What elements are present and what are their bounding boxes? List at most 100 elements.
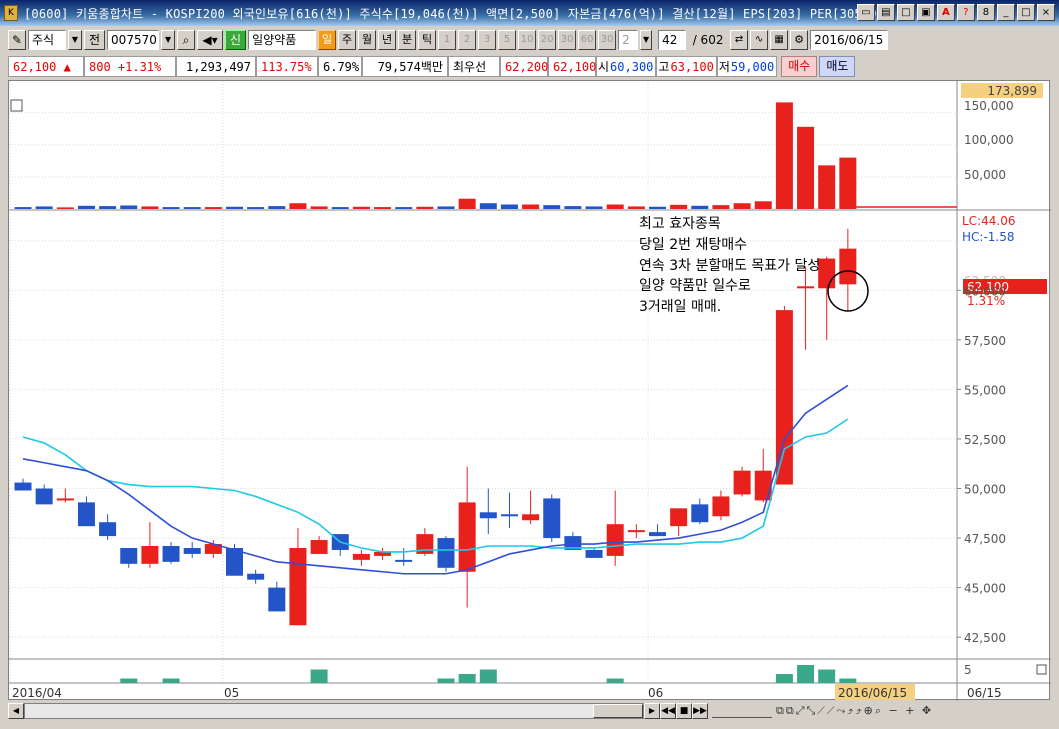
settings-gear-icon[interactable]: ⚙ — [790, 30, 809, 50]
volume-bar — [733, 203, 751, 209]
chart-grid — [9, 81, 1051, 701]
volume-bar — [775, 102, 793, 209]
layout-icon[interactable]: ▤ — [877, 4, 895, 21]
volume-bar — [247, 207, 265, 209]
candle-body — [839, 248, 857, 285]
drawing-tools-icon[interactable]: ⧉⧉⤢⤡⟋⟋⤳⤴⤴⊕⌕ − + ✥ — [776, 704, 1050, 718]
maximize-button[interactable]: □ — [1017, 4, 1035, 21]
market-type-select[interactable]: 주식 — [28, 30, 66, 50]
volume-bar — [564, 206, 582, 209]
alert-icon[interactable]: A — [937, 4, 955, 21]
date-input[interactable]: 2016/06/15 — [810, 30, 889, 50]
indicator-panel-icon[interactable] — [1036, 664, 1047, 675]
sell-button[interactable]: 매도 — [819, 56, 856, 77]
indicator-axis-label: 5 — [964, 663, 972, 677]
tab-week[interactable]: 주 — [338, 30, 357, 50]
tab-tick[interactable]: 틱 — [418, 30, 437, 50]
stock-lookup-icon[interactable]: ✎ — [8, 30, 26, 50]
market-type-dropdown-icon[interactable]: ▼ — [68, 30, 82, 50]
candle-body — [352, 553, 370, 560]
candle-body — [99, 522, 117, 537]
candle-body — [183, 547, 201, 554]
candle-body — [268, 587, 286, 612]
volume-bars — [14, 102, 957, 209]
code-dropdown-icon[interactable]: ▼ — [161, 30, 176, 50]
stop-icon[interactable]: ■ — [676, 703, 692, 719]
grid-icon[interactable]: ▦ — [770, 30, 789, 50]
volume-bar — [691, 205, 709, 209]
window-title: [0600] 키움종합차트 - KOSPI200 외국인보유[616(천)] 주… — [24, 6, 885, 21]
candle-body — [310, 540, 328, 554]
indicator-bar — [606, 678, 624, 683]
price-axis-labels: 60,000 57,500 55,000 52,500 50,000 47,500 45,0… — [964, 284, 1006, 645]
speaker-icon[interactable]: ◀▾ — [197, 30, 224, 50]
chart-area[interactable]: 최고 효자종목 당일 2번 재탕매수 연속 3차 분할매도 목표가 달성 일양 … — [8, 80, 1051, 701]
minute-20[interactable]: 20 — [538, 30, 557, 50]
volume-bar — [99, 206, 117, 209]
second-30[interactable]: 30 — [598, 30, 617, 50]
volume-bar — [797, 126, 815, 209]
toolbar: ✎ 주식 ▼ 전 007570 ▼ ⌕ ◀▾ 신 일양약품 일 주 월 년 분 … — [8, 29, 889, 51]
minute-5[interactable]: 5 — [498, 30, 517, 50]
print-icon[interactable]: ▣ — [917, 4, 935, 21]
buy-button[interactable]: 매수 — [781, 56, 818, 77]
link-icon[interactable]: ▭ — [857, 4, 875, 21]
tab-minute[interactable]: 분 — [398, 30, 417, 50]
candle-body — [733, 470, 751, 495]
volume-current-value: 173,899 — [987, 84, 1037, 98]
stock-code-input[interactable]: 007570 — [107, 30, 160, 50]
date-label-april: 2016/04 — [12, 686, 62, 700]
title-bar: K [0600] 키움종합차트 - KOSPI200 외국인보유[616(천)]… — [0, 0, 1059, 26]
first-icon[interactable]: ◀◀ — [660, 703, 676, 719]
indicator-bar — [479, 669, 497, 683]
volume-bar — [226, 206, 243, 209]
minimize-button[interactable]: _ — [997, 4, 1015, 21]
volume-bar — [395, 207, 413, 209]
scroll-right-icon[interactable]: ▶ — [644, 703, 660, 719]
minute-1[interactable]: 1 — [438, 30, 457, 50]
volume-bar — [754, 201, 772, 209]
volume-bar — [141, 206, 159, 209]
tab-month[interactable]: 월 — [358, 30, 377, 50]
credit-badge: 신 — [225, 30, 247, 50]
minute-2[interactable]: 2 — [458, 30, 477, 50]
zoom-slider-icon[interactable] — [712, 704, 772, 718]
annotation-line-2: 당일 2번 재탕매수 — [639, 237, 747, 253]
stock-chart[interactable]: 최고 효자종목 당일 2번 재탕매수 연속 3차 분할매도 목표가 달성 일양 … — [9, 81, 1051, 701]
volume-bar — [35, 206, 53, 209]
tab-day[interactable]: 일 — [318, 30, 337, 50]
chart-line-icon[interactable]: ∿ — [750, 30, 769, 50]
scroll-left-icon[interactable]: ◀ — [8, 703, 24, 719]
best-ask: 62,200 — [500, 56, 548, 77]
custom-period-dropdown-icon[interactable]: ▼ — [640, 30, 653, 50]
minute-30[interactable]: 30 — [558, 30, 577, 50]
window-icon[interactable]: □ — [897, 4, 915, 21]
play-icon[interactable]: ▶▶ — [692, 703, 708, 719]
volume-bar — [458, 198, 476, 209]
lc-value: LC:44.06 — [962, 214, 1015, 228]
candle-body — [395, 559, 413, 562]
minute-10[interactable]: 10 — [518, 30, 537, 50]
candle-body — [479, 512, 497, 519]
tab-year[interactable]: 년 — [378, 30, 397, 50]
volume-bar — [585, 206, 603, 209]
candle-body — [77, 502, 95, 527]
prefix-button[interactable]: 전 — [84, 30, 106, 50]
count-input[interactable]: 42 — [658, 30, 687, 50]
minute-3[interactable]: 3 — [478, 30, 497, 50]
volume-bar — [416, 206, 434, 209]
volume-bar — [839, 157, 857, 209]
arrows-icon[interactable]: ⇄ — [730, 30, 749, 50]
candle-body — [56, 498, 74, 501]
volume-bar — [670, 204, 688, 209]
horizontal-scrollbar[interactable] — [24, 703, 644, 719]
scroll-thumb[interactable] — [593, 704, 643, 718]
volume-label-50k: 50,000 — [964, 168, 1006, 182]
search-icon[interactable]: ⌕ — [177, 30, 196, 50]
close-button[interactable]: × — [1037, 4, 1055, 21]
candle-body — [437, 538, 455, 568]
help-button[interactable]: ? — [957, 4, 975, 21]
panel-grid-icon[interactable] — [10, 99, 23, 112]
minute-60[interactable]: 60 — [578, 30, 597, 50]
custom-period-input[interactable]: 2 — [618, 30, 639, 50]
